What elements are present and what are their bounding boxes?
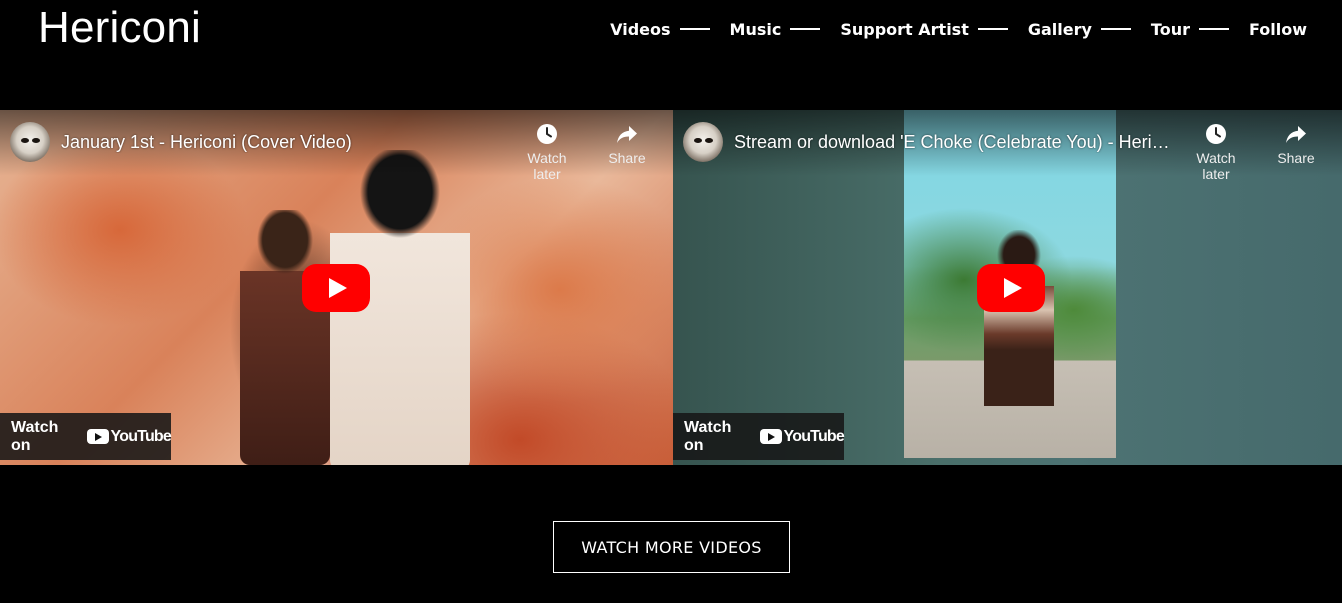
youtube-wordmark: YouTube xyxy=(783,427,845,445)
nav-item-follow: Follow xyxy=(1249,20,1307,39)
nav-item-support-artist: Support Artist xyxy=(840,20,1028,39)
clock-icon xyxy=(537,124,557,144)
nav-item-gallery: Gallery xyxy=(1028,20,1151,39)
video-embed-e-choke[interactable]: Stream or download 'E Choke (Celebrate Y… xyxy=(673,110,1342,465)
share-button[interactable]: Share xyxy=(597,122,657,166)
video-embed-january-1st[interactable]: January 1st - Hericoni (Cover Video) Wat… xyxy=(0,110,673,465)
play-button[interactable] xyxy=(977,264,1045,312)
video-title[interactable]: January 1st - Hericoni (Cover Video) xyxy=(61,132,501,153)
avatar-detail xyxy=(694,138,702,143)
nav-link-music[interactable]: Music xyxy=(730,20,782,39)
watch-on-label: Watch on xyxy=(684,418,732,454)
watch-on-youtube-button[interactable]: Watch on YouTube xyxy=(673,413,845,460)
youtube-logo: YouTube xyxy=(86,427,172,446)
nav-item-videos: Videos xyxy=(610,20,729,39)
watch-later-label: Watch later xyxy=(527,150,567,182)
avatar-detail xyxy=(32,138,40,143)
watch-more-videos-button[interactable]: WATCH MORE VIDEOS xyxy=(553,521,790,573)
video-gallery: January 1st - Hericoni (Cover Video) Wat… xyxy=(0,110,1342,465)
watch-on-label: Watch on xyxy=(11,418,59,454)
watch-later-label: Watch later xyxy=(1196,150,1236,182)
nav-item-music: Music xyxy=(730,20,841,39)
avatar-detail xyxy=(21,138,29,143)
channel-avatar[interactable] xyxy=(10,122,50,162)
play-button[interactable] xyxy=(302,264,370,312)
nav-separator xyxy=(790,28,821,30)
youtube-logo: YouTube xyxy=(759,427,845,446)
nav-link-tour[interactable]: Tour xyxy=(1151,20,1190,39)
channel-avatar[interactable] xyxy=(683,122,723,162)
nav-link-videos[interactable]: Videos xyxy=(610,20,670,39)
watch-later-button[interactable]: Watch later xyxy=(517,122,577,182)
nav-link-follow[interactable]: Follow xyxy=(1249,20,1307,39)
nav-separator xyxy=(977,28,1008,30)
share-label: Share xyxy=(608,150,646,166)
video-title[interactable]: Stream or download 'E Choke (Celebrate Y… xyxy=(734,132,1176,153)
nav-separator xyxy=(1100,28,1131,30)
youtube-wordmark: YouTube xyxy=(110,427,172,445)
share-arrow-icon xyxy=(1286,126,1306,143)
video-thumbnail-figure xyxy=(984,230,1054,430)
youtube-play-icon xyxy=(86,429,109,444)
nav-link-support-artist[interactable]: Support Artist xyxy=(840,20,969,39)
nav-separator xyxy=(679,28,710,30)
share-label: Share xyxy=(1277,150,1315,166)
youtube-play-icon xyxy=(759,429,782,444)
video-thumbnail-figure xyxy=(240,210,330,465)
nav-separator xyxy=(1198,28,1229,30)
site-logo[interactable]: Hericoni xyxy=(38,4,201,52)
share-button[interactable]: Share xyxy=(1266,122,1326,166)
watch-later-button[interactable]: Watch later xyxy=(1186,122,1246,182)
watch-on-youtube-button[interactable]: Watch on YouTube xyxy=(0,413,172,460)
avatar-detail xyxy=(705,138,713,143)
nav-link-gallery[interactable]: Gallery xyxy=(1028,20,1092,39)
share-arrow-icon xyxy=(617,126,637,143)
main-nav: Videos Music Support Artist Gallery Tour… xyxy=(610,18,1307,40)
clock-icon xyxy=(1206,124,1226,144)
nav-item-tour: Tour xyxy=(1151,20,1249,39)
